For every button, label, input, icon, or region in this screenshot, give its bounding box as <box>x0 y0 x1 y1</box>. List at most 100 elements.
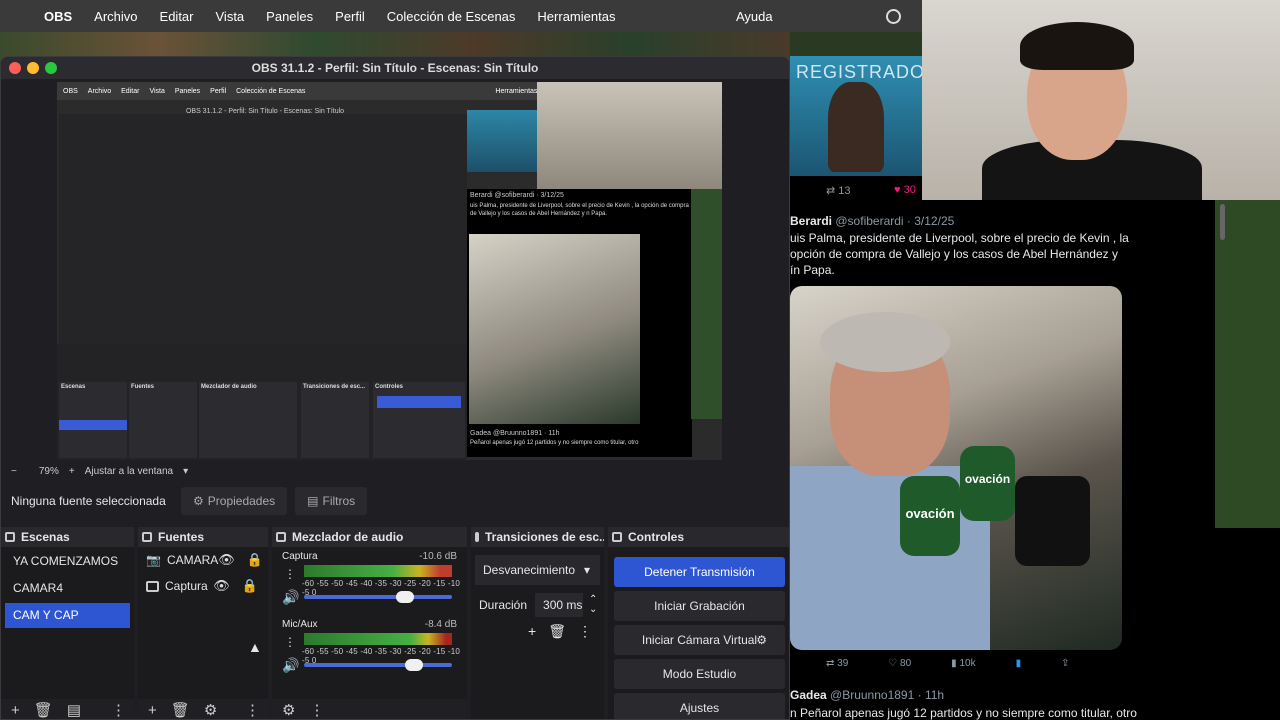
scrollbar[interactable] <box>1220 204 1225 240</box>
transition-select[interactable]: Desvanecimiento ▾ <box>475 555 600 585</box>
mouse-cursor-icon: ▲ <box>248 639 262 655</box>
add-transition-icon[interactable]: + <box>528 623 536 640</box>
retweet-count[interactable]: ⇄ 39 <box>826 658 848 669</box>
source-menu-icon[interactable]: ⋮ <box>245 701 260 719</box>
preview-panel: Mezclador de audio <box>199 382 297 458</box>
filters-label: Filtros <box>322 494 356 508</box>
lock-icon[interactable]: 🔒 <box>247 552 263 568</box>
remove-transition-icon[interactable]: 🗑 <box>548 623 566 640</box>
zoom-in-button[interactable]: + <box>69 466 75 477</box>
preview-tweet-name: Berardi @sofiberardi · 3/12/25 <box>470 192 564 199</box>
controls-dock: Controles Detener Transmisión Iniciar Gr… <box>608 527 789 719</box>
zoom-dropdown-icon[interactable]: ▾ <box>183 466 188 477</box>
transitions-icon <box>475 532 479 542</box>
remove-source-icon[interactable]: 🗑 <box>171 701 190 719</box>
mixer-header: Mezclador de audio <box>272 527 467 547</box>
share-icon[interactable]: ⇪ <box>1061 658 1069 669</box>
source-toolbar: Ninguna fuente seleccionada ⚙ Propiedade… <box>1 487 789 515</box>
menu-coleccion[interactable]: Colección de Escenas <box>387 9 516 24</box>
close-window-button[interactable] <box>9 62 21 74</box>
source-settings-icon[interactable]: ⚙ <box>204 701 217 719</box>
channel-menu-icon[interactable]: ⋮ <box>284 635 296 649</box>
top-retweet-count[interactable]: ⇄ 13 <box>826 184 851 197</box>
preview-panel-title: Fuentes <box>131 384 155 390</box>
views-value: 10k <box>959 658 976 669</box>
scene-menu-icon[interactable]: ⋮ <box>111 701 126 719</box>
sources-icon <box>142 532 152 542</box>
settings-button[interactable]: Ajustes <box>614 693 785 719</box>
tweet-author[interactable]: Berardi @sofiberardi · 3/12/25 <box>790 214 954 228</box>
scenes-footer: + 🗑 ▤ ⋮ <box>1 699 134 720</box>
filter-icon: ▤ <box>307 494 319 508</box>
visibility-eye-icon[interactable]: 👁 <box>218 552 235 568</box>
preview-menu-item: Perfil <box>210 87 227 95</box>
channel-menu-icon[interactable]: ⋮ <box>284 567 296 581</box>
zoom-window-button[interactable] <box>45 62 57 74</box>
views-count[interactable]: ▮ 10k <box>951 658 975 669</box>
volume-slider[interactable] <box>304 659 452 671</box>
properties-button[interactable]: ⚙ Propiedades <box>181 487 288 515</box>
start-recording-button[interactable]: Iniciar Grabación <box>614 591 785 621</box>
mixer-menu-icon[interactable]: ⋮ <box>309 701 324 719</box>
source-label: CAMARA <box>166 553 219 567</box>
duration-input[interactable]: 300 ms <box>535 593 584 617</box>
zoom-bar: − 79% + Ajustar a la ventana ▾ <box>1 463 789 479</box>
bookmark-icon[interactable]: ▮ <box>1016 658 1022 669</box>
scene-filters-icon[interactable]: ▤ <box>67 701 81 719</box>
menu-paneles[interactable]: Paneles <box>266 9 313 24</box>
zoom-out-button[interactable]: − <box>11 466 17 477</box>
add-scene-icon[interactable]: + <box>11 702 20 719</box>
duration-stepper[interactable]: ⌃ ⌄ <box>589 595 597 615</box>
transition-menu-icon[interactable]: ⋮ <box>578 623 592 640</box>
controls-title: Controles <box>628 530 685 544</box>
visibility-eye-icon[interactable]: 👁 <box>213 578 230 594</box>
speaker-icon[interactable]: 🔊 <box>282 589 299 606</box>
lock-icon[interactable]: 🔒 <box>242 578 258 594</box>
volume-thumb[interactable] <box>395 591 414 603</box>
add-source-icon[interactable]: + <box>148 702 157 719</box>
preview-host-video <box>467 110 539 172</box>
minimize-window-button[interactable] <box>27 62 39 74</box>
virtual-camera-button[interactable]: Iniciar Cámara Virtual ⚙ <box>614 625 785 655</box>
volume-slider[interactable] <box>304 591 452 603</box>
volume-thumb[interactable] <box>404 659 423 671</box>
menu-archivo[interactable]: Archivo <box>94 9 137 24</box>
menu-ayuda[interactable]: Ayuda <box>736 9 773 24</box>
gear-icon[interactable]: ⚙ <box>756 625 767 655</box>
mixer-settings-icon[interactable]: ⚙ <box>282 701 295 719</box>
microphone: ovación <box>900 476 960 556</box>
studio-mode-button[interactable]: Modo Estudio <box>614 659 785 689</box>
tweet2-author[interactable]: Gadea @Bruunno1891 · 11h <box>790 688 944 702</box>
speaker-icon[interactable]: 🔊 <box>282 657 299 674</box>
author-handle: @sofiberardi · 3/12/25 <box>835 214 955 228</box>
like-count[interactable]: ♡ 80 <box>888 658 911 669</box>
scene-item-selected[interactable]: CAM Y CAP <box>5 603 130 628</box>
scenes-icon <box>5 532 15 542</box>
scene-item[interactable]: YA COMENZAMOS <box>5 549 130 574</box>
menu-app[interactable]: OBS <box>44 9 72 24</box>
menu-editar[interactable]: Editar <box>160 9 194 24</box>
scene-item[interactable]: CAMAR4 <box>5 576 130 601</box>
menu-perfil[interactable]: Perfil <box>335 9 365 24</box>
source-label: Captura <box>165 579 208 593</box>
filters-button[interactable]: ▤ Filtros <box>295 487 368 515</box>
microphone: ovación <box>960 446 1015 521</box>
controls-header: Controles <box>608 527 789 547</box>
tweet-photo[interactable]: ovación ovación <box>790 286 1122 650</box>
remove-scene-icon[interactable]: 🗑 <box>34 701 53 719</box>
fit-window-label[interactable]: Ajustar a la ventana <box>85 466 173 477</box>
source-item[interactable]: Captura 👁 🔒 <box>138 573 268 599</box>
status-icon[interactable] <box>886 9 901 24</box>
mixer-footer: ⚙ ⋮ <box>272 699 467 719</box>
top-like-count[interactable]: ♥ 30 <box>894 184 916 196</box>
green-strip <box>1215 200 1280 528</box>
source-item[interactable]: 📷 CAMARA 👁 🔒 <box>138 547 268 573</box>
preview-menu-item: Herramientas <box>495 87 538 95</box>
menu-vista[interactable]: Vista <box>216 9 245 24</box>
window-title: OBS 31.1.2 - Perfil: Sin Título - Escena… <box>251 61 539 75</box>
sources-header: Fuentes <box>138 527 268 547</box>
preview-canvas[interactable]: OBS Archivo Editar Vista Paneles Perfil … <box>57 82 722 460</box>
stop-streaming-button[interactable]: Detener Transmisión <box>614 557 785 587</box>
menu-herramientas[interactable]: Herramientas <box>537 9 615 24</box>
tv-text: REGISTRADO <box>796 62 926 82</box>
